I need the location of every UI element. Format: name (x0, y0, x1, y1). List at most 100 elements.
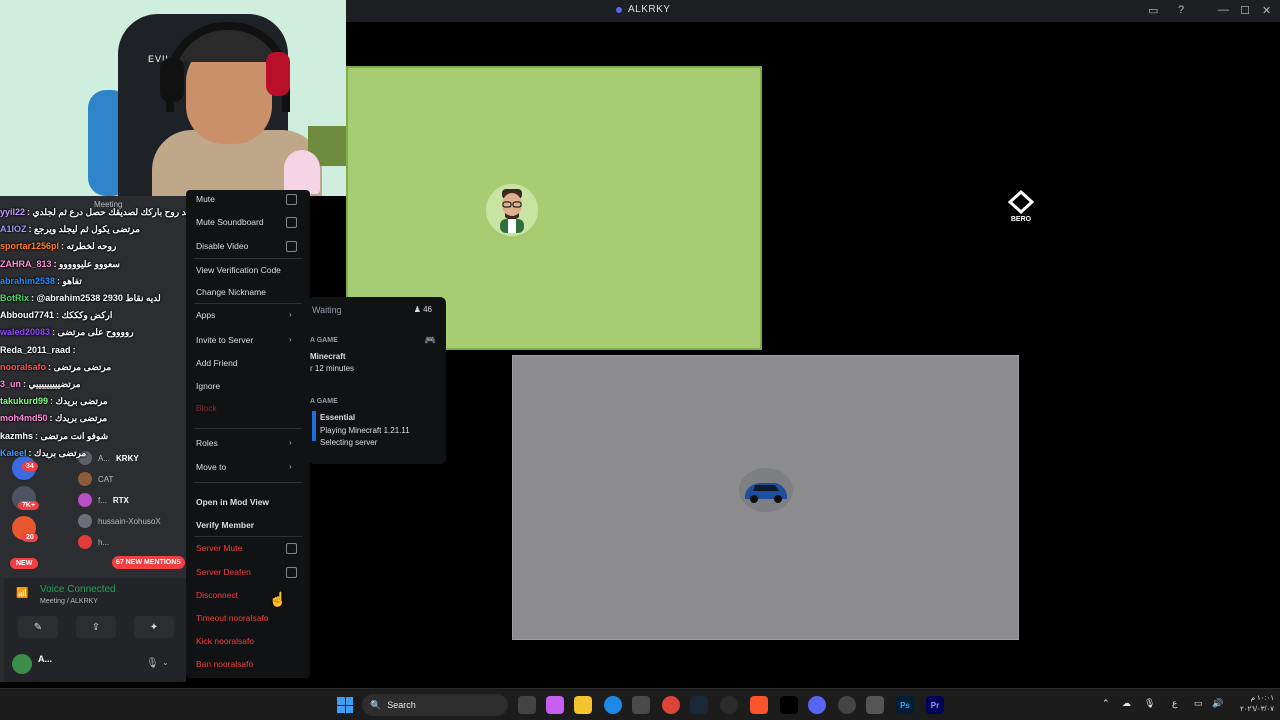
menu-item-mute-soundboard[interactable]: Mute Soundboard (196, 217, 264, 227)
menu-item-kick[interactable]: Kick nooralsafo (196, 636, 254, 646)
viewer-count: ♟ 46 (413, 305, 432, 314)
menu-item-verify-member[interactable]: Verify Member (196, 520, 254, 530)
user-context-menu: Mute Mute Soundboard Disable Video View … (186, 190, 310, 678)
chevron-down-icon[interactable]: ⌄ (162, 658, 169, 667)
chat-user: yyil22 (0, 207, 26, 217)
menu-item-add-friend[interactable]: Add Friend (196, 358, 238, 368)
activities-button[interactable]: ✦ (134, 616, 174, 638)
snipping-tool-icon[interactable] (866, 696, 884, 714)
network-icon[interactable]: ▭ (1194, 698, 1203, 709)
server-deafen-checkbox[interactable] (286, 567, 297, 578)
help-icon[interactable]: ? (1178, 4, 1184, 16)
menu-item-disconnect[interactable]: Disconnect (196, 590, 238, 600)
settings-gear-icon[interactable] (838, 696, 856, 714)
obs-icon[interactable] (720, 696, 738, 714)
member-row[interactable]: hussain-XohusoX (78, 512, 161, 530)
menu-item-server-deafen[interactable]: Server Deafen (196, 567, 251, 577)
server-mute-checkbox[interactable] (286, 543, 297, 554)
photoshop-icon[interactable]: Ps (896, 696, 914, 714)
disable-video-checkbox[interactable] (286, 241, 297, 252)
capcut-icon[interactable] (780, 696, 798, 714)
menu-item-apps[interactable]: Apps (196, 310, 215, 320)
chat-user: Reda_2011_raad (0, 344, 71, 355)
member-name: f... (98, 495, 107, 505)
task-view-icon[interactable] (518, 696, 536, 714)
menu-item-view-verification[interactable]: View Verification Code (196, 265, 281, 275)
discord-icon[interactable] (808, 696, 826, 714)
clock[interactable]: ١٠:٠١ م ٢٠٢٦/٠٣/٠٧ (1232, 693, 1274, 715)
menu-item-disable-video[interactable]: Disable Video (196, 241, 248, 251)
member-row[interactable]: h... (78, 533, 109, 551)
member-tag: RTX (112, 495, 129, 505)
menu-item-ignore[interactable]: Ignore (196, 381, 220, 391)
cloud-icon[interactable]: ☁ (1122, 698, 1131, 709)
file-explorer-icon[interactable] (574, 696, 592, 714)
menu-item-change-nickname[interactable]: Change Nickname (196, 287, 266, 297)
chat-message: مرتضى يكول ثم ليجلد ويرجع (34, 224, 140, 235)
windows-start-icon[interactable] (337, 697, 353, 713)
avatar (78, 493, 92, 507)
member-row[interactable]: f... RTX (78, 491, 129, 509)
language-indicator[interactable]: ع (1172, 698, 1177, 709)
microphone-tray-icon[interactable]: 🎙 (1144, 698, 1155, 709)
brave-icon[interactable] (750, 696, 768, 714)
maximize-icon[interactable]: ☐ (1240, 4, 1250, 17)
game-card[interactable]: Essential Playing Minecraft 1.21.11 Sele… (310, 407, 440, 451)
chat-message: شوفو انت مرتضى (40, 430, 109, 441)
server-badge-3: 20 (22, 533, 38, 542)
pink-lamp (284, 150, 320, 194)
monitor-icon[interactable]: ▭ (1148, 4, 1158, 17)
microphone-icon[interactable]: 🎙 (146, 658, 159, 669)
chevron-right-icon: › (289, 462, 292, 471)
chat-user: takukurd99 (0, 396, 49, 407)
signal-icon[interactable]: 📶 (16, 588, 28, 599)
chevron-right-icon: › (289, 438, 292, 447)
avatar (78, 514, 92, 528)
voice-location[interactable]: Meeting / ALKRKY (40, 598, 98, 605)
chevron-up-icon[interactable]: ⌃ (1102, 698, 1110, 709)
menu-item-invite-to-server[interactable]: Invite to Server (196, 335, 253, 345)
mute-soundboard-checkbox[interactable] (286, 217, 297, 228)
premiere-icon[interactable]: Pr (926, 696, 944, 714)
copilot-icon[interactable] (546, 696, 564, 714)
chat-message: اركض وكككك (61, 310, 113, 321)
video-stage: BERO (346, 22, 1280, 692)
menu-item-roles[interactable]: Roles (196, 438, 218, 448)
menu-item-ban[interactable]: Ban nooralsafo (196, 659, 253, 669)
chat-message: مرتضى بريدك (55, 396, 108, 407)
video-tile-idle[interactable] (512, 355, 1019, 640)
chat-message: روحه لخطرته (66, 241, 117, 252)
headphone-right (266, 52, 290, 96)
new-pill[interactable]: NEW (10, 558, 39, 569)
user-avatar[interactable] (12, 654, 32, 674)
title-bar: ALKRKY ▭ ? — ☐ ✕ (346, 0, 1280, 22)
memoji-avatar (486, 184, 538, 236)
menu-item-open-mod-view[interactable]: Open in Mod View (196, 497, 269, 507)
chat-user: ZAHRA_813 (0, 258, 52, 269)
webcam-overlay: EVIL (0, 0, 346, 196)
volume-icon[interactable]: 🔊 (1212, 698, 1223, 709)
close-icon[interactable]: ✕ (1262, 4, 1271, 17)
mute-checkbox[interactable] (286, 194, 297, 205)
store-icon[interactable] (632, 696, 650, 714)
minimize-icon[interactable]: — (1218, 4, 1229, 16)
menu-item-server-mute[interactable]: Server Mute (196, 543, 242, 553)
car-avatar (739, 468, 793, 512)
menu-item-move-to[interactable]: Move to (196, 462, 226, 472)
edge-icon[interactable] (604, 696, 622, 714)
camera-off-button[interactable]: ✎ (18, 616, 58, 638)
menu-item-timeout[interactable]: Timeout nooralsafo (196, 613, 268, 623)
voice-status[interactable]: Voice Connected (40, 584, 116, 595)
chrome-icon[interactable] (662, 696, 680, 714)
chevron-right-icon: › (289, 335, 292, 344)
new-mentions-button[interactable]: 67 NEW MENTIONS (112, 556, 185, 569)
menu-item-mute[interactable]: Mute (196, 194, 215, 204)
chat-user: 3_un (0, 379, 22, 390)
chat-message: مرتضى بريدك (34, 447, 87, 458)
taskbar-search[interactable]: 🔍 Search (362, 694, 508, 716)
menu-item-block[interactable]: Block (196, 403, 217, 413)
member-row[interactable]: CAT (78, 470, 113, 488)
controller-icon: 🎮 (424, 335, 436, 345)
steam-icon[interactable] (690, 696, 708, 714)
screen-share-button[interactable]: ⇪ (76, 616, 116, 638)
